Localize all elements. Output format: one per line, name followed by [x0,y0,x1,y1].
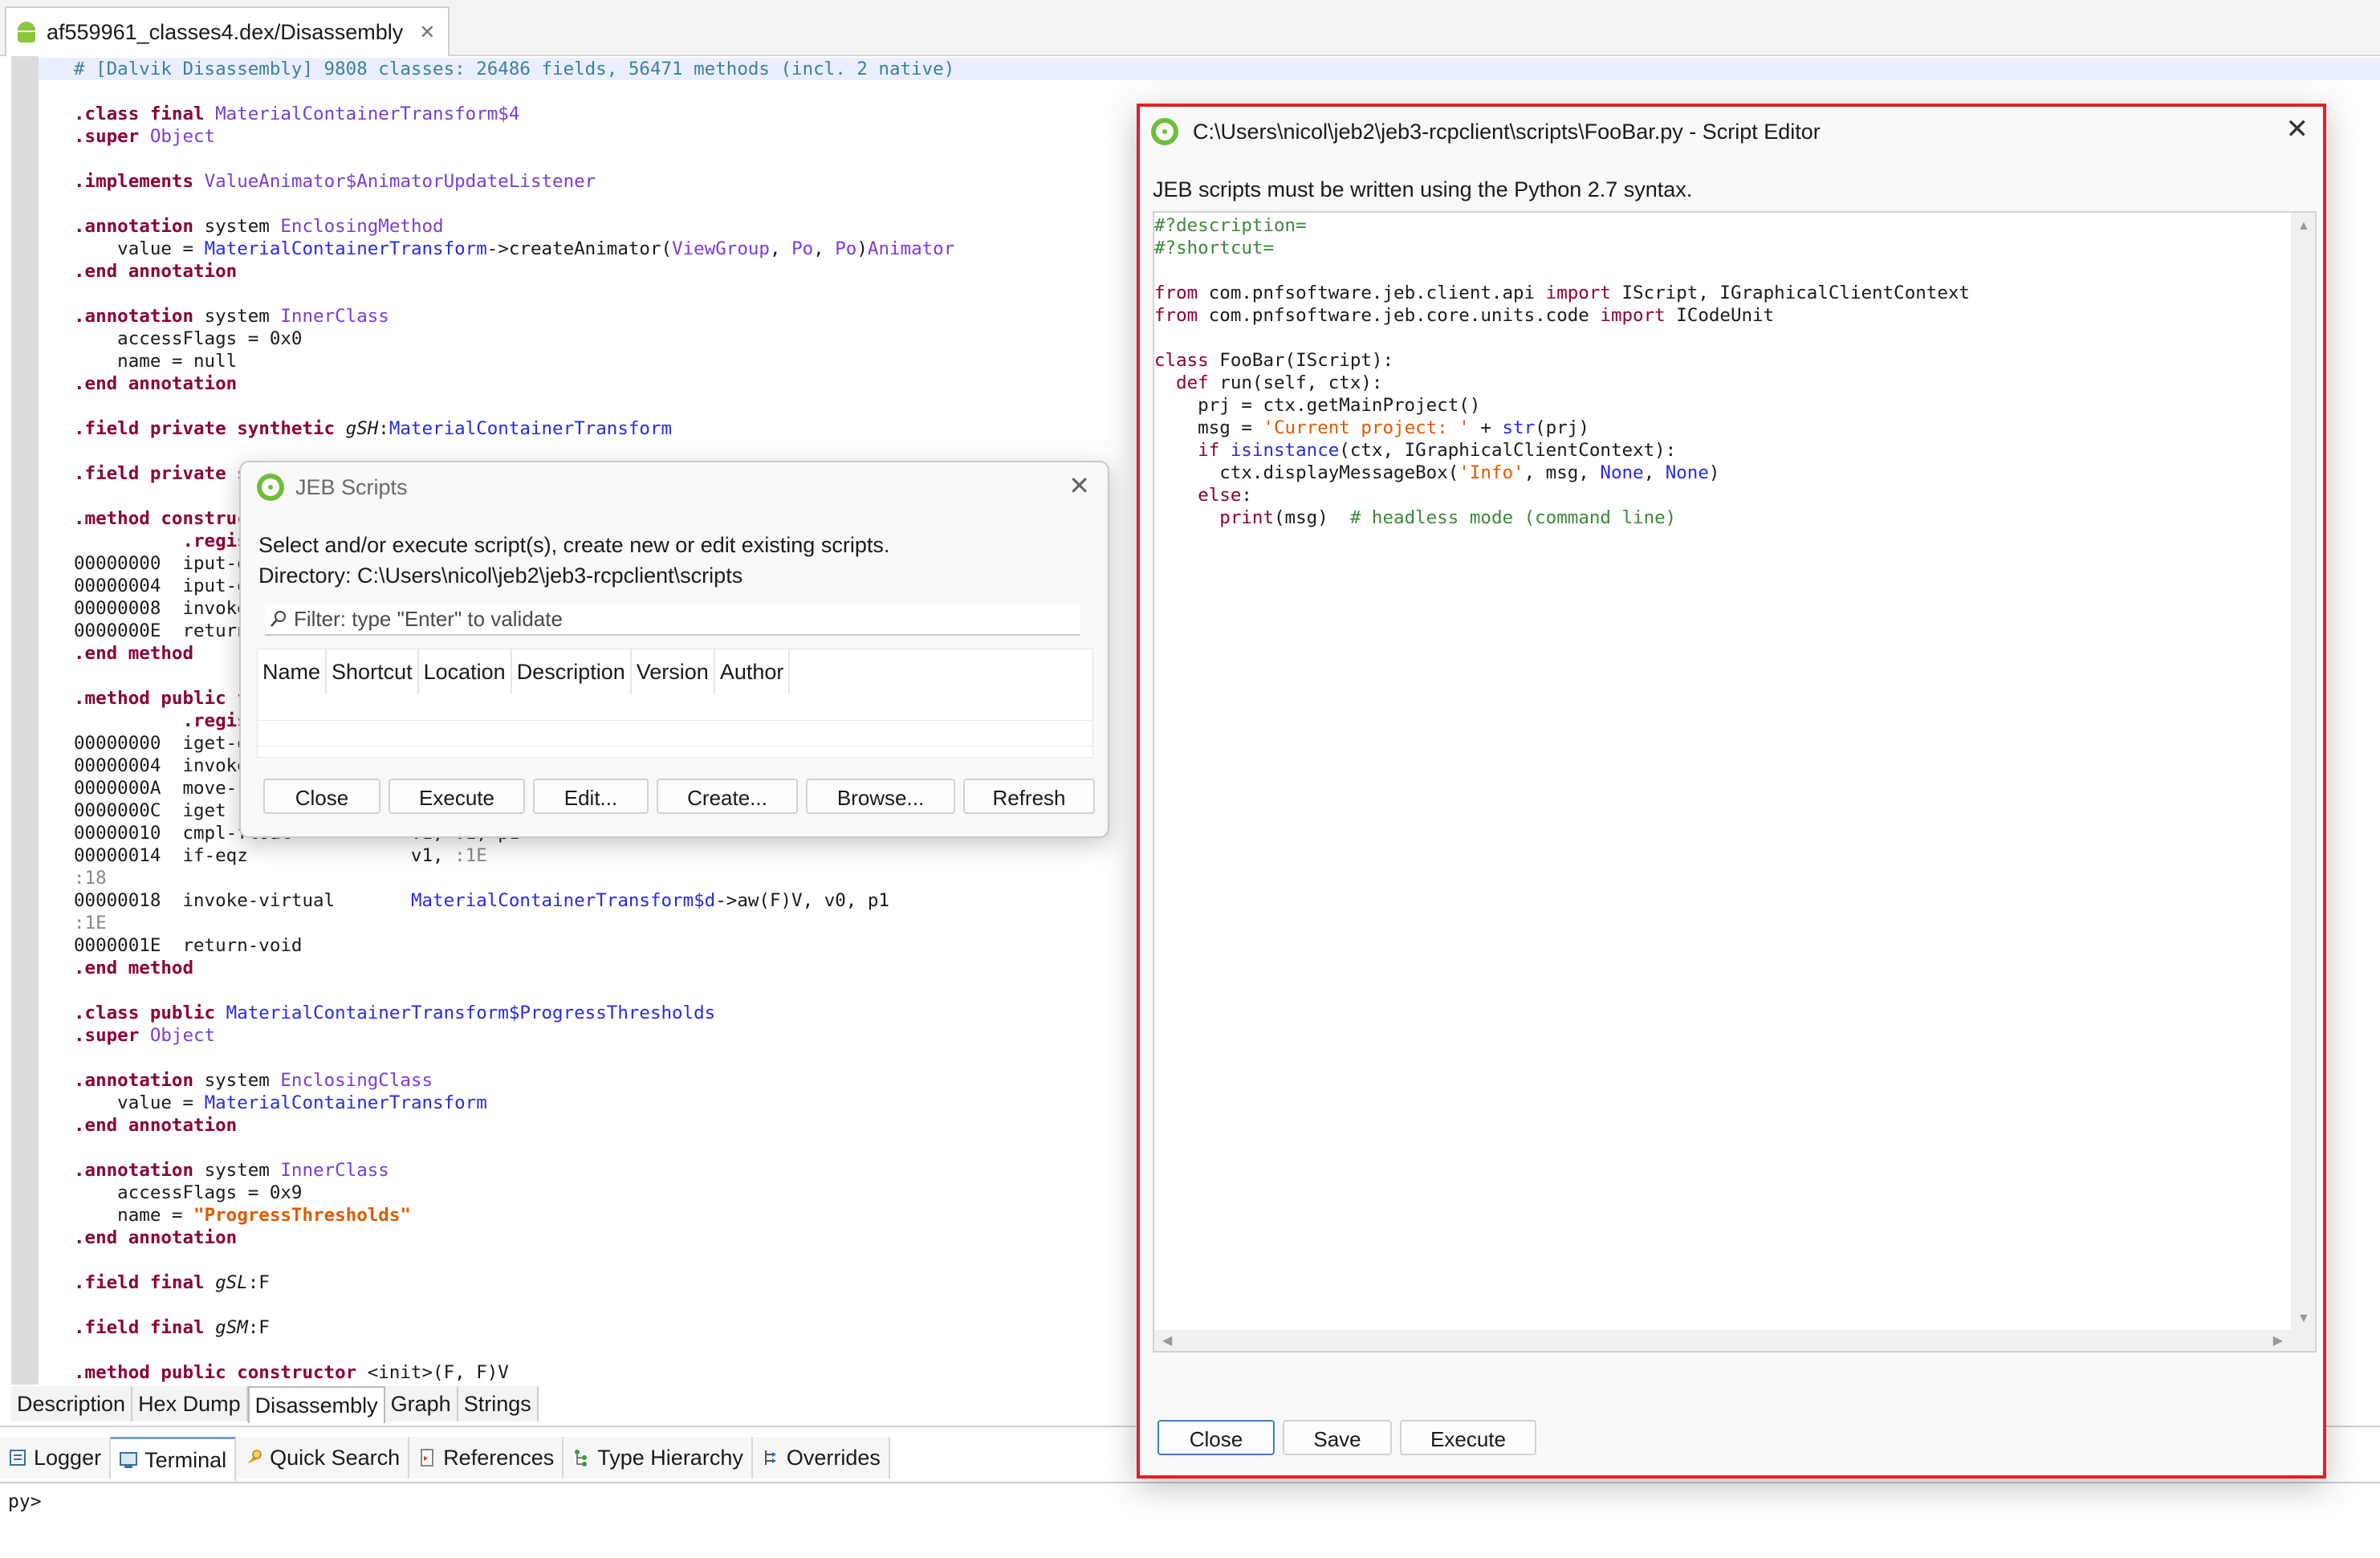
tab-type-hierarchy-label: Type Hierarchy [597,1446,743,1470]
search-icon [271,611,286,627]
tab-description[interactable]: Description [11,1386,133,1422]
editor-buttons: Close Save Execute [1157,1420,1536,1455]
directory-line: Directory: C:\Users\nicol\jeb2\jeb3-rcpc… [258,563,743,588]
editor-tab-bar: af559961_classes4.dex/Disassembly ✕ [0,0,2380,56]
dialog-title: JEB Scripts [295,474,408,499]
close-button[interactable]: Close [1157,1420,1275,1455]
code-gutter [11,56,39,1385]
tab-terminal[interactable]: Terminal [111,1437,237,1481]
script-line [1154,259,1970,282]
create-button[interactable]: Create... [657,779,798,814]
dialog-buttons: Close Execute Edit... Create... Browse..… [263,779,1095,814]
close-icon[interactable]: ✕ [2286,113,2309,145]
script-line: prj = ctx.getMainProject() [1154,395,1481,416]
refresh-button[interactable]: Refresh [963,779,1095,814]
script-line: class FooBar(IScript): [1154,350,1394,371]
filter-placeholder: Filter: type "Enter" to validate [294,606,563,631]
panel-tabs: Logger Terminal Quick Search References … [0,1437,890,1481]
script-line: msg = 'Current project: ' + str(prj) [1154,417,1589,438]
tab-references[interactable]: References [409,1437,564,1479]
tab-quick-search[interactable]: Quick Search [236,1437,410,1479]
tab-hex-dump[interactable]: Hex Dump [132,1386,248,1422]
table-row-separator [258,720,1092,721]
column-location[interactable]: Location [419,649,512,694]
scroll-left-arrow-icon[interactable]: ◀ [1162,1332,1172,1349]
script-line: #?shortcut= [1154,238,1275,258]
column-name[interactable]: Name [258,649,328,694]
hierarchy-icon [575,1450,588,1466]
terminal-icon [120,1452,138,1468]
dialog-description: Select and/or execute script(s), create … [258,530,889,591]
logger-icon [10,1450,26,1466]
script-line: if isinstance(ctx, IGraphicalClientConte… [1198,440,1677,461]
tab-logger[interactable]: Logger [0,1437,112,1479]
jeb-scripts-dialog: JEB Scripts ✕ Select and/or execute scri… [239,461,1109,838]
python-version-note: JEB scripts must be written using the Py… [1153,177,1693,201]
tab-overrides-label: Overrides [786,1446,881,1470]
scroll-down-arrow-icon[interactable]: ▼ [2297,1312,2310,1326]
execute-button[interactable]: Execute [1400,1420,1536,1455]
editor-tab-label: af559961_classes4.dex/Disassembly [47,19,404,44]
script-code[interactable]: #?description= #?shortcut= from com.pnfso… [1154,214,1970,529]
script-line: else: [1198,485,1252,506]
script-line: def run(self, ctx): [1176,372,1383,393]
android-icon [16,22,37,43]
script-line: from com.pnfsoftware.jeb.client.api impo… [1154,283,1970,303]
jeb-logo-icon [1151,118,1178,145]
horizontal-scrollbar[interactable]: ◀ ▶ [1154,1330,2315,1351]
execute-button[interactable]: Execute [389,779,525,814]
tab-overrides[interactable]: Overrides [752,1437,890,1479]
tab-disassembly[interactable]: Disassembly [247,1386,385,1423]
tab-graph[interactable]: Graph [384,1386,458,1422]
script-code-editor[interactable]: #?description= #?shortcut= from com.pnfso… [1153,211,2317,1353]
scroll-right-arrow-icon[interactable]: ▶ [2273,1332,2283,1349]
column-author[interactable]: Author [715,649,791,694]
console-prompt: py> [8,1491,42,1512]
save-button[interactable]: Save [1283,1420,1392,1455]
view-tabs: Description Hex Dump Disassembly Graph S… [11,1386,539,1423]
script-line [1154,327,1970,349]
dialog-title-bar: JEB Scripts [257,474,408,501]
edit-button[interactable]: Edit... [533,779,649,814]
scripts-table[interactable]: Name Shortcut Location Description Versi… [257,649,1093,758]
browse-button[interactable]: Browse... [806,779,955,814]
script-line: ctx.displayMessageBox('Info', msg, None,… [1154,462,1720,483]
overrides-icon [764,1450,776,1465]
editor-title: C:\Users\nicol\jeb2\jeb3-rcpclient\scrip… [1193,119,1821,144]
tab-type-hierarchy[interactable]: Type Hierarchy [563,1437,753,1479]
vertical-scrollbar[interactable]: ▲ ▼ [2291,213,2315,1332]
flashlight-icon [247,1450,262,1464]
column-shortcut[interactable]: Shortcut [327,649,419,694]
script-line: print(msg) # headless mode (command line… [1219,507,1677,528]
close-button[interactable]: Close [263,779,380,814]
column-description[interactable]: Description [512,649,632,694]
tab-terminal-label: Terminal [144,1448,227,1472]
filter-input[interactable]: Filter: type "Enter" to validate [265,604,1080,636]
tab-logger-label: Logger [34,1446,102,1470]
code-line: # [Dalvik Disassembly] 9808 classes: 264… [39,58,2380,80]
tab-quick-search-label: Quick Search [270,1446,401,1470]
close-icon[interactable]: ✕ [1068,470,1090,501]
script-line: from com.pnfsoftware.jeb.core.units.code… [1154,305,1775,326]
references-icon [421,1449,434,1466]
tab-references-label: References [443,1446,555,1470]
script-line: #?description= [1154,215,1307,236]
terminal-console[interactable]: py> [0,1482,2380,1558]
editor-title-bar: C:\Users\nicol\jeb2\jeb3-rcpclient\scrip… [1151,118,1821,145]
tab-strings[interactable]: Strings [458,1386,539,1422]
close-icon[interactable]: ✕ [419,21,435,44]
table-header: Name Shortcut Location Description Versi… [258,649,1092,694]
description-line: Select and/or execute script(s), create … [258,533,890,557]
column-version[interactable]: Version [632,649,715,694]
jeb-logo-icon [257,474,284,501]
script-editor-window: C:\Users\nicol\jeb2\jeb3-rcpclient\scrip… [1137,104,2326,1479]
editor-tab-disassembly[interactable]: af559961_classes4.dex/Disassembly ✕ [5,6,450,56]
scroll-up-arrow-icon[interactable]: ▲ [2297,219,2310,234]
